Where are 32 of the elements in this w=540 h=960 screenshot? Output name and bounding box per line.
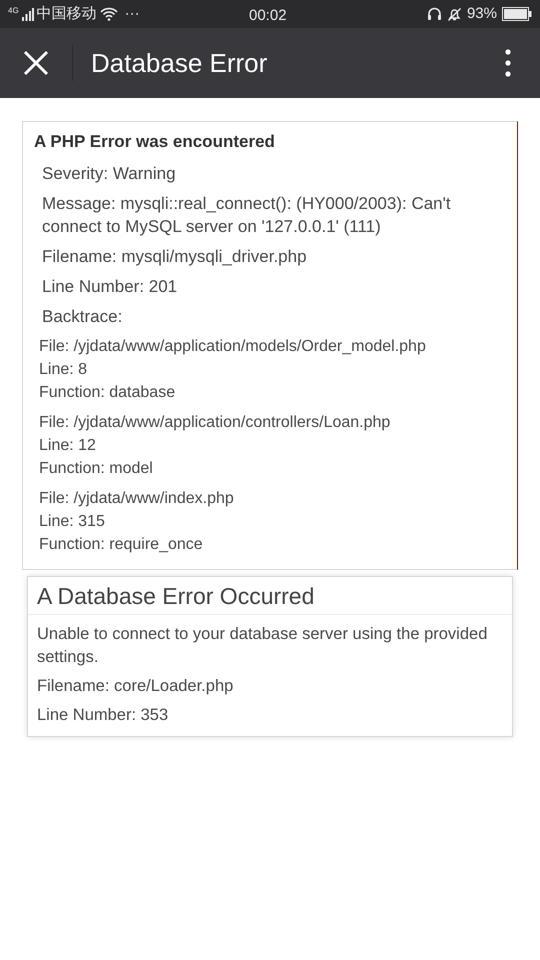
signal-icon xyxy=(22,8,34,20)
backtrace-line: Line: 12 xyxy=(39,436,97,456)
network-label: 4G xyxy=(8,6,19,15)
error-detail: Message: mysqli::real_connect(): (HY000/2003): Can't connect to MySQL server on '127.0.0.1' (111) xyxy=(42,193,452,238)
battery-icon xyxy=(502,7,532,21)
error-detail: Line Number: 201 xyxy=(42,276,178,298)
backtrace-line: Line: 8 xyxy=(39,360,88,380)
error-heading: A Database Error Occurred xyxy=(28,577,512,615)
bell-off-icon xyxy=(446,6,462,22)
error-message: Unable to connect to your database server using the provided settings. xyxy=(37,624,488,668)
error-detail: Severity: Warning xyxy=(42,163,177,185)
more-options-icon xyxy=(505,49,511,77)
backtrace-line: Function: model xyxy=(39,459,154,479)
backtrace-line: Line: 315 xyxy=(39,512,106,532)
error-message: Filename: core/Loader.php xyxy=(37,676,234,697)
error-heading: A PHP Error was encountered xyxy=(34,131,276,153)
backtrace-line: Function: database xyxy=(39,383,176,403)
backtrace-line: File: /yjdata/www/application/controllers/Loan.php xyxy=(39,413,392,433)
backtrace-line: File: /yjdata/www/index.php xyxy=(39,489,235,509)
page-title: Database Error xyxy=(91,46,268,80)
clock: 00:02 xyxy=(249,6,287,26)
error-message: Line Number: 353 xyxy=(37,705,170,726)
more-label: ··· xyxy=(124,4,140,24)
headset-icon xyxy=(426,7,442,21)
close-icon xyxy=(23,50,49,76)
wifi-icon xyxy=(100,7,118,21)
battery-percent: 93% xyxy=(466,4,497,24)
backtrace-line: File: /yjdata/www/application/models/Order_model.php xyxy=(39,337,427,357)
error-detail: Backtrace: xyxy=(42,306,124,328)
error-detail: Filename: mysqli/mysqli_driver.php xyxy=(42,246,308,268)
backtrace-line: Function: require_once xyxy=(39,535,204,555)
carrier-label: 中国移动 xyxy=(36,4,97,24)
